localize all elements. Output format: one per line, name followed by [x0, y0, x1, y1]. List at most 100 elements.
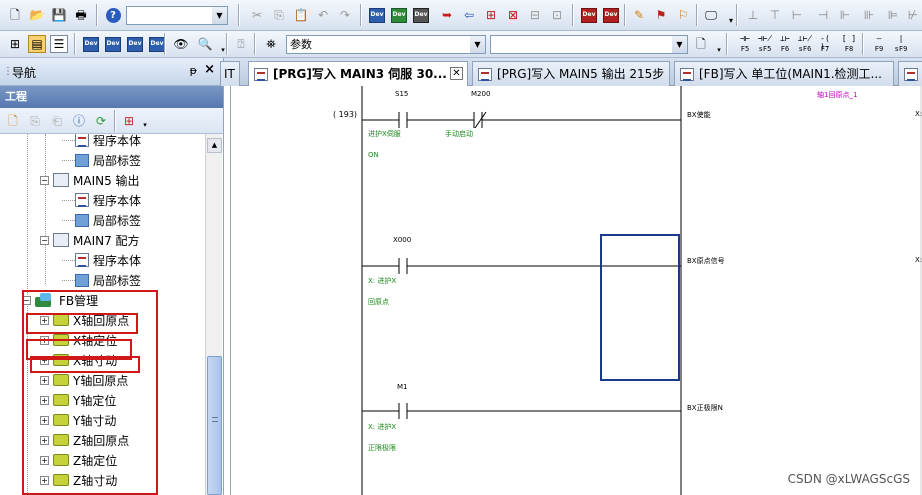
tree-item[interactable]: − MAIN7 配方 [40, 230, 140, 250]
program-tab-icon [254, 68, 268, 81]
ladder-ins-row-icon[interactable]: ⊥ [744, 6, 762, 24]
tree-item[interactable]: 程序本体 [62, 190, 141, 210]
redo-icon[interactable]: ↷ [336, 6, 354, 24]
write-to-plc-icon[interactable]: ➥ [438, 6, 456, 24]
search-combo-2[interactable]: ▼ [490, 35, 688, 54]
cut-icon[interactable]: ✂ [248, 6, 266, 24]
watch-icon[interactable]: 👁 [172, 35, 190, 53]
ladder-zoom-icon[interactable]: ⊫ [884, 6, 902, 24]
project-view-icon[interactable]: ⊞ [6, 35, 24, 53]
tab-fb-single-station[interactable]: [FB]写入 单工位(MAIN1.检测工... [674, 61, 894, 86]
paste-item-icon[interactable]: ⎗ [48, 112, 66, 130]
device-monitor-icon[interactable]: Dev [82, 35, 100, 53]
toolbar-separator [736, 4, 738, 26]
toolbar-separator [360, 4, 362, 26]
ladder-line-icon[interactable]: ⊪ [860, 6, 878, 24]
device-write-icon[interactable]: Dev [390, 6, 408, 24]
device-test-icon[interactable]: Dev [602, 6, 620, 24]
tree-connector [62, 219, 75, 221]
ladder-editor[interactable]: ( 193) S15 M200 进护X伺服 手动启动 ON 轴1回原点_1 BX… [230, 86, 922, 495]
tab-prev[interactable]: IT [220, 61, 240, 86]
copy-item-icon[interactable]: ⎘ [26, 112, 44, 130]
toolbar-separator [114, 110, 116, 132]
ladder-mode-icon[interactable]: ⊬ [904, 6, 922, 24]
print-icon[interactable]: 🖶 [72, 6, 90, 24]
tree-item[interactable]: 程序本体 [62, 134, 141, 150]
scroll-up-icon[interactable]: ▲ [207, 138, 222, 153]
stop-icon[interactable]: ⚐ [674, 6, 692, 24]
scroll-thumb[interactable] [207, 356, 222, 495]
collapse-icon[interactable]: − [40, 175, 49, 185]
grip-icon [212, 417, 218, 422]
copy-icon[interactable]: ⎘ [270, 6, 288, 24]
device-monitor2-icon[interactable]: Dev [104, 35, 122, 53]
device-verify-icon[interactable]: Dev [412, 6, 430, 24]
tree-item[interactable]: 局部标签 [62, 270, 141, 290]
cross-ref-icon[interactable]: ⊡ [548, 6, 566, 24]
ladder-contact-nc-icon[interactable]: ⊣⊬ [756, 35, 774, 43]
ladder-hline-icon[interactable]: — [870, 35, 888, 43]
chevron-down-icon[interactable]: ▼ [672, 36, 687, 53]
chevron-down-icon[interactable]: ▾ [214, 41, 232, 59]
new-item-icon[interactable]: 🗋 [4, 112, 22, 130]
display-icon[interactable]: 🖵 [702, 6, 720, 24]
collapse-icon[interactable]: − [40, 235, 49, 245]
ladder-ins-col-icon[interactable]: ⊢ [788, 6, 806, 24]
binoculars-icon[interactable]: ⛯ [262, 35, 280, 53]
program-icon [53, 233, 69, 247]
ladder-contact-no-icon[interactable]: ⊣⊢ [736, 35, 754, 43]
tree-item[interactable]: 程序本体 [62, 250, 141, 270]
close-icon[interactable]: ✕ [450, 67, 463, 80]
find-icon[interactable]: 🔍 [196, 35, 214, 53]
tab-overflow[interactable] [898, 61, 922, 86]
search-combo-value: 参数 [290, 38, 312, 51]
ladder-del-row-icon[interactable]: ⊤ [766, 6, 784, 24]
main-toolbar: 🗋 📂 💾 🖶 ? ▼ ✂ ⎘ 📋 ↶ ↷ Dev Dev Dev ➥ ⇦ ⊞ … [0, 0, 922, 31]
project-section-header[interactable]: 工程 [0, 86, 223, 108]
chevron-down-icon[interactable]: ▾ [136, 116, 154, 134]
tab-main3[interactable]: [PRG]写入 MAIN3 伺服 30... ✕ [248, 61, 468, 87]
ladder-edit-icon[interactable]: ⊩ [836, 6, 854, 24]
properties-icon[interactable]: ⓘ [70, 112, 88, 130]
tree-item[interactable]: 局部标签 [62, 150, 141, 170]
open-folder-icon[interactable]: 📂 [28, 6, 46, 24]
read-from-plc-icon[interactable]: ⇦ [460, 6, 478, 24]
page-icon[interactable]: 🗋 [692, 35, 710, 53]
online-edit-icon[interactable]: ✎ [630, 6, 648, 24]
monitor-icon[interactable]: ⊞ [482, 6, 500, 24]
compare-icon[interactable]: ⊟ [526, 6, 544, 24]
list-view-icon[interactable]: ☰ [50, 35, 68, 53]
chevron-down-icon[interactable]: ▼ [212, 7, 227, 24]
highlight-x-origin [26, 313, 138, 334]
search-device-icon[interactable]: ⊠ [504, 6, 522, 24]
paste-icon[interactable]: 📋 [292, 6, 310, 24]
tab-main5[interactable]: [PRG]写入 MAIN5 输出 215步 [472, 61, 670, 86]
fb-output-label: X: [915, 110, 922, 118]
undo-icon[interactable]: ↶ [314, 6, 332, 24]
save-icon[interactable]: 💾 [50, 6, 68, 24]
ladder-parallel-no-icon[interactable]: ⊥⊢ [776, 35, 794, 43]
ladder-instruction-icon[interactable]: [ ] [840, 35, 858, 43]
device-monitor3-icon[interactable]: Dev [126, 35, 144, 53]
tree-item[interactable]: − MAIN5 输出 [40, 170, 140, 190]
close-icon[interactable]: × [204, 62, 215, 77]
ladder-del-col-icon[interactable]: ⊣ [814, 6, 832, 24]
new-file-icon[interactable]: 🗋 [6, 6, 24, 24]
pin-icon[interactable]: ᵽ [190, 64, 197, 77]
refresh-icon[interactable]: ⟳ [92, 112, 110, 130]
program-body-icon [75, 134, 89, 147]
fkey-label: F7 [820, 45, 830, 53]
help-question-icon[interactable]: ⍰ [232, 35, 250, 53]
run-icon[interactable]: ⚑ [652, 6, 670, 24]
ladder-parallel-nc-icon[interactable]: ⊥⊬ [796, 35, 814, 43]
chevron-down-icon[interactable]: ▼ [470, 36, 485, 53]
toolbar-combo-1[interactable]: ▼ [126, 6, 228, 25]
ladder-vline-icon[interactable]: | [892, 35, 910, 43]
tree-item[interactable]: 局部标签 [62, 210, 141, 230]
device-read-icon[interactable]: Dev [368, 6, 386, 24]
search-combo[interactable]: 参数 ▼ [286, 35, 486, 54]
device-batch-icon[interactable]: Dev [580, 6, 598, 24]
tree-scrollbar[interactable]: ▲ [205, 134, 222, 495]
help-icon[interactable]: ? [104, 6, 122, 24]
ladder-view-icon[interactable]: ▤ [28, 35, 46, 53]
